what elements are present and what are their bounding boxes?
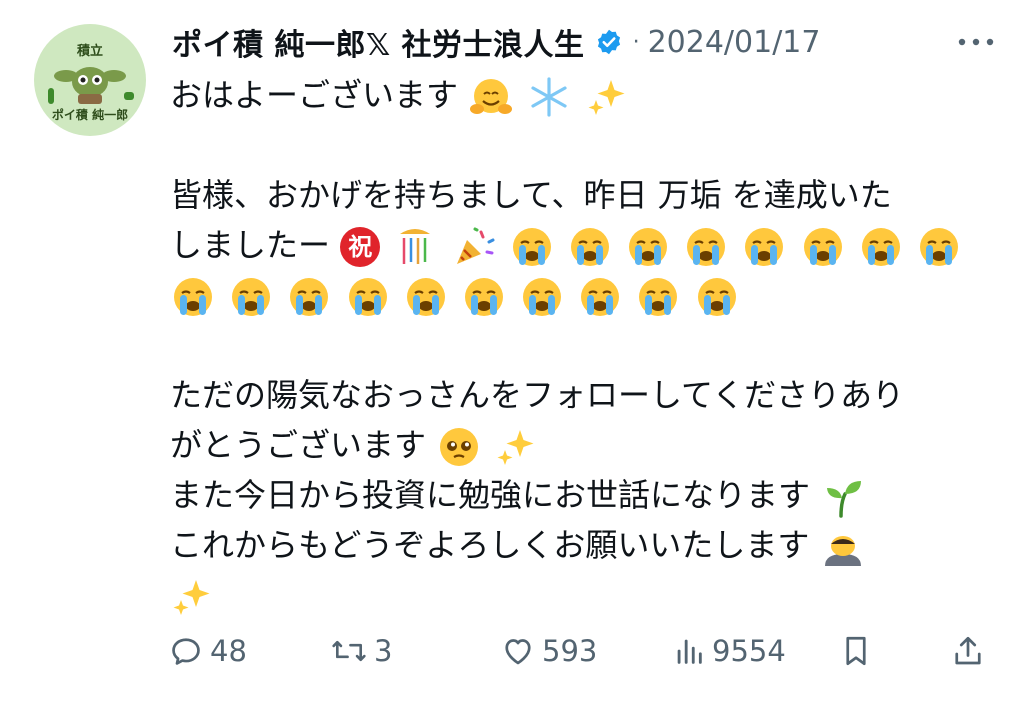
emoji-line (170, 270, 1000, 320)
tweet-line: ただの陽気なおっさんをフォローしてくださりあり (170, 370, 1000, 420)
tweet-line: しましたー 祝 (170, 220, 1000, 270)
crying-emoji (512, 228, 551, 266)
avatar-label-name: ポイ積 純一郎 (51, 108, 129, 122)
tweet-text: がとうございます (170, 426, 427, 464)
views-count: 9554 (712, 634, 786, 668)
crying-emoji (697, 278, 736, 316)
crying-emoji (174, 278, 212, 316)
tweet-text: また今日から投資に勉強にお世話になります (170, 476, 811, 514)
bowing-emoji (824, 536, 861, 566)
like-icon (505, 639, 531, 665)
crying-emoji (464, 278, 503, 316)
tweet-text: これからもどうぞよろしくお願いいたします (170, 526, 810, 564)
views-icon (677, 639, 702, 664)
views-button[interactable]: 9554 (672, 628, 786, 674)
reply-button[interactable]: 48 (168, 628, 247, 674)
crying-emoji (523, 278, 562, 316)
seedling-emoji (827, 481, 862, 518)
action-bar: 48 3 593 9554 (0, 628, 1024, 674)
pleading-emoji (440, 428, 479, 466)
crying-emoji (639, 278, 678, 316)
tweet-text: おはよーございます (170, 76, 459, 114)
crying-emoji (348, 278, 387, 316)
like-count: 593 (542, 634, 598, 668)
share-icon (955, 636, 981, 665)
hug-emoji (470, 79, 513, 114)
header-separator: · (632, 29, 640, 55)
tweet-text: しましたー (170, 226, 331, 264)
crying-emoji (232, 278, 271, 316)
sparkles-emoji (497, 430, 534, 465)
sparkles-emoji (173, 580, 210, 615)
avatar[interactable]: 積立 ポイ積 純一郎 (34, 24, 146, 136)
like-button[interactable]: 593 (500, 628, 597, 674)
emoji-line (170, 570, 1000, 620)
crying-emoji (861, 228, 900, 266)
crying-emoji (919, 228, 958, 266)
retweet-count: 3 (374, 634, 393, 668)
crying-emoji (629, 228, 668, 266)
crying-emoji (581, 278, 620, 316)
share-button[interactable] (950, 628, 986, 674)
iwai-emoji: 祝 (340, 227, 381, 267)
tweet-text: ただの陽気なおっさんをフォローしてくださりあり (170, 376, 905, 414)
bookmark-icon (846, 636, 866, 666)
tweet-header: ポイ積 純一郎𝕏 社労士浪人生 · 2024/01/17 (172, 20, 1004, 64)
reply-icon (172, 638, 200, 665)
party-popper-emoji (456, 227, 495, 264)
crying-emoji (290, 278, 329, 316)
tweet-body: おはよーございます 皆様、おかげを持ちまして、昨日 万垢 を達成いた しましたー… (170, 70, 1000, 620)
crying-emoji (406, 278, 445, 316)
snowflake-emoji (531, 77, 567, 117)
tweet-text: 皆様、おかげを持ちまして、昨日 万垢 を達成いた (170, 176, 892, 214)
kusudama-emoji (400, 229, 431, 264)
crying-emoji (803, 228, 842, 266)
tweet-line: おはよーございます (170, 70, 1000, 120)
tweet-line: また今日から投資に勉強にお世話になります (170, 470, 1000, 520)
tweet-line: がとうございます (170, 420, 1000, 470)
tweet-line: これからもどうぞよろしくお願いいたします (170, 520, 1000, 570)
retweet-button[interactable]: 3 (330, 628, 392, 674)
tweet-line: 皆様、おかげを持ちまして、昨日 万垢 を達成いた (170, 170, 1000, 220)
crying-emoji (570, 228, 609, 266)
verified-badge-icon (595, 28, 623, 56)
reply-count: 48 (210, 634, 247, 668)
more-icon[interactable] (956, 35, 996, 49)
retweet-icon (332, 640, 366, 662)
bookmark-button[interactable] (838, 628, 874, 674)
display-name[interactable]: ポイ積 純一郎𝕏 社労士浪人生 (172, 20, 585, 64)
tweet-date[interactable]: 2024/01/17 (648, 25, 821, 60)
crying-emoji (687, 228, 726, 266)
sparkles-emoji (588, 80, 625, 115)
crying-emoji (745, 228, 784, 266)
